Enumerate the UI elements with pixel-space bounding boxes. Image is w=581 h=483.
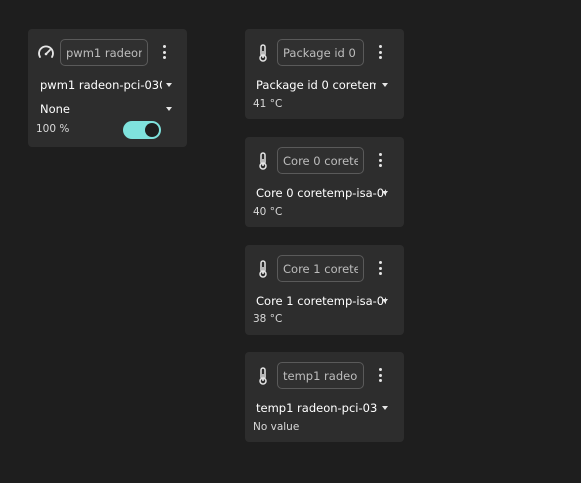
chevron-down-icon [166, 107, 172, 111]
kebab-menu-icon[interactable] [375, 260, 385, 276]
chevron-down-icon [382, 191, 388, 195]
sensor-select-label: temp1 radeon-pci-0300 [256, 401, 378, 415]
sensor-reading: 41 °C [253, 98, 283, 110]
kebab-menu-icon[interactable] [375, 367, 385, 383]
sensor-name-input[interactable] [277, 255, 364, 282]
toggle-knob [145, 123, 159, 137]
sensor-select-label: Core 1 coretemp-isa-0000 [256, 294, 386, 308]
sensor-card: Core 1 coretemp-isa-0000 38 °C [245, 245, 404, 335]
chevron-down-icon [382, 299, 388, 303]
speed-percent: 100 % [36, 123, 70, 135]
control-card: pwm1 radeon-pci-0300 None 100 % [28, 29, 187, 147]
sensor-card: Core 0 coretemp-isa-0000 40 °C [245, 137, 404, 227]
mode-select-label: None [40, 102, 71, 116]
chevron-down-icon [382, 406, 388, 410]
thermometer-icon [259, 367, 267, 385]
speedometer-icon [38, 45, 54, 58]
kebab-menu-icon[interactable] [375, 44, 385, 60]
thermometer-icon [259, 260, 267, 278]
kebab-menu-icon[interactable] [375, 152, 385, 168]
sensor-select[interactable]: Core 1 coretemp-isa-0000 [256, 293, 391, 309]
sensor-select[interactable]: temp1 radeon-pci-0300 [256, 400, 391, 416]
sensor-name-input[interactable] [277, 362, 364, 389]
chevron-down-icon [166, 83, 172, 87]
pwm-select[interactable]: pwm1 radeon-pci-0300 [40, 77, 174, 93]
sensor-name-input[interactable] [277, 147, 364, 174]
control-name-input[interactable] [60, 39, 148, 66]
kebab-menu-icon[interactable] [159, 44, 169, 60]
sensor-select-label: Package id 0 coretemp-isa-0000 [256, 78, 376, 92]
sensor-reading: No value [253, 421, 300, 433]
sensor-select[interactable]: Core 0 coretemp-isa-0000 [256, 185, 391, 201]
sensor-select[interactable]: Package id 0 coretemp-isa-0000 [256, 77, 391, 93]
sensor-card: temp1 radeon-pci-0300 No value [245, 352, 404, 442]
sensor-name-input[interactable] [277, 39, 364, 66]
thermometer-icon [259, 44, 267, 62]
sensor-reading: 38 °C [253, 313, 283, 325]
mode-select[interactable]: None [40, 101, 174, 117]
thermometer-icon [259, 152, 267, 170]
chevron-down-icon [382, 83, 388, 87]
pwm-select-label: pwm1 radeon-pci-0300 [40, 78, 162, 92]
sensor-card: Package id 0 coretemp-isa-0000 41 °C [245, 29, 404, 119]
sensor-reading: 40 °C [253, 206, 283, 218]
sensor-select-label: Core 0 coretemp-isa-0000 [256, 186, 386, 200]
control-toggle[interactable] [123, 121, 161, 139]
